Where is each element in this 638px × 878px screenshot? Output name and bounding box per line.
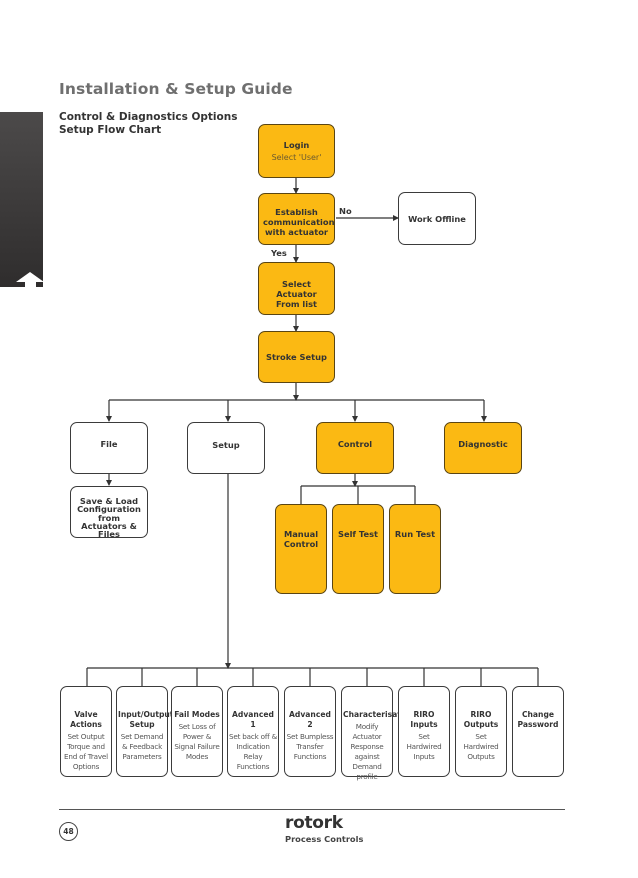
node-control-title: Control bbox=[337, 439, 373, 449]
node-setup-option-subtitle: Set Demand & Feedback Parameters bbox=[120, 732, 164, 761]
node-file-title: File bbox=[100, 439, 118, 449]
brand-subtitle: Process Controls bbox=[285, 834, 364, 844]
node-self-test[interactable]: Self Test bbox=[332, 504, 384, 594]
node-establish-title: Establish communication with actuator bbox=[263, 207, 335, 237]
node-login-title: Login bbox=[283, 140, 310, 150]
node-select-actuator-title: Select Actuator From list bbox=[275, 279, 318, 309]
node-setup-option[interactable]: Change Password bbox=[512, 686, 564, 777]
node-setup-option-subtitle: Set Output Torque and End of Travel Opti… bbox=[64, 732, 108, 771]
node-stroke-setup-title: Stroke Setup bbox=[266, 352, 327, 362]
node-setup-option-title: RIRO Inputs bbox=[410, 710, 438, 729]
node-setup-option-title: Advanced 1 bbox=[232, 710, 274, 729]
node-setup-option[interactable]: Advanced 1 Set back off & Indication Rela… bbox=[227, 686, 279, 777]
node-setup-option[interactable]: Valve Actions Set Output Torque and End o… bbox=[60, 686, 112, 777]
brand-logo: rotork bbox=[285, 813, 343, 833]
node-setup-option[interactable]: Advanced 2 Set Bumpless Transfer Function… bbox=[284, 686, 336, 777]
node-setup-option-subtitle: Set Loss of Power & Signal Failure Modes bbox=[174, 722, 220, 761]
node-save-load[interactable]: Save & Load Configuration from Actuators… bbox=[70, 486, 148, 538]
node-select-actuator[interactable]: Select Actuator From list bbox=[258, 262, 335, 315]
node-save-load-title: Save & Load Configuration from Actuators… bbox=[77, 496, 141, 540]
node-diagnostic-title: Diagnostic bbox=[458, 439, 508, 449]
node-self-test-title: Self Test bbox=[337, 529, 379, 539]
node-login-subtitle: Select 'User' bbox=[271, 153, 322, 162]
node-setup[interactable]: Setup bbox=[187, 422, 265, 474]
node-setup-option-subtitle: Set Hardwired Inputs bbox=[406, 732, 442, 761]
node-work-offline[interactable]: Work Offline bbox=[398, 192, 476, 245]
node-setup-title: Setup bbox=[212, 440, 240, 450]
edge-label-yes: Yes bbox=[271, 248, 287, 258]
page-number-badge: 48 bbox=[59, 822, 78, 841]
node-stroke-setup[interactable]: Stroke Setup bbox=[258, 331, 335, 383]
node-setup-option-title: Input/Output Setup bbox=[118, 710, 174, 729]
node-setup-option-title: Characterisation bbox=[343, 710, 415, 719]
node-control[interactable]: Control bbox=[316, 422, 394, 474]
node-setup-option-subtitle: Set back off & Indication Relay Function… bbox=[229, 732, 278, 771]
node-setup-option-title: Advanced 2 bbox=[289, 710, 331, 729]
footer-divider bbox=[59, 809, 565, 810]
node-file[interactable]: File bbox=[70, 422, 148, 474]
node-setup-option-subtitle: Set Bumpless Transfer Functions bbox=[286, 732, 334, 761]
node-setup-option-title: Change Password bbox=[517, 710, 559, 729]
node-setup-option[interactable]: RIRO Inputs Set Hardwired Inputs bbox=[398, 686, 450, 777]
node-setup-option[interactable]: Characterisation Modify Actuator Response… bbox=[341, 686, 415, 781]
node-run-test-title: Run Test bbox=[394, 529, 436, 539]
node-setup-option-title: Fail Modes bbox=[174, 710, 220, 719]
node-work-offline-title: Work Offline bbox=[408, 214, 466, 224]
node-manual-control[interactable]: Manual Control bbox=[275, 504, 327, 594]
node-setup-option[interactable]: Input/Output Setup Set Demand & Feedback … bbox=[116, 686, 174, 777]
node-establish-communication[interactable]: Establish communication with actuator bbox=[258, 193, 335, 245]
node-setup-option-subtitle: Modify Actuator Response against Demand … bbox=[350, 722, 384, 781]
node-setup-option[interactable]: Fail Modes Set Loss of Power & Signal Fai… bbox=[171, 686, 223, 777]
node-setup-option-subtitle: Set Hardwired Outputs bbox=[463, 732, 499, 761]
node-manual-control-title: Manual Control bbox=[283, 529, 319, 549]
node-login[interactable]: Login Select 'User' bbox=[258, 124, 335, 178]
node-diagnostic[interactable]: Diagnostic bbox=[444, 422, 522, 474]
node-setup-option-title: Valve Actions bbox=[70, 710, 102, 729]
node-run-test[interactable]: Run Test bbox=[389, 504, 441, 594]
edge-label-no: No bbox=[339, 206, 352, 216]
node-setup-option[interactable]: RIRO Outputs Set Hardwired Outputs bbox=[455, 686, 507, 777]
node-setup-option-title: RIRO Outputs bbox=[463, 710, 499, 729]
